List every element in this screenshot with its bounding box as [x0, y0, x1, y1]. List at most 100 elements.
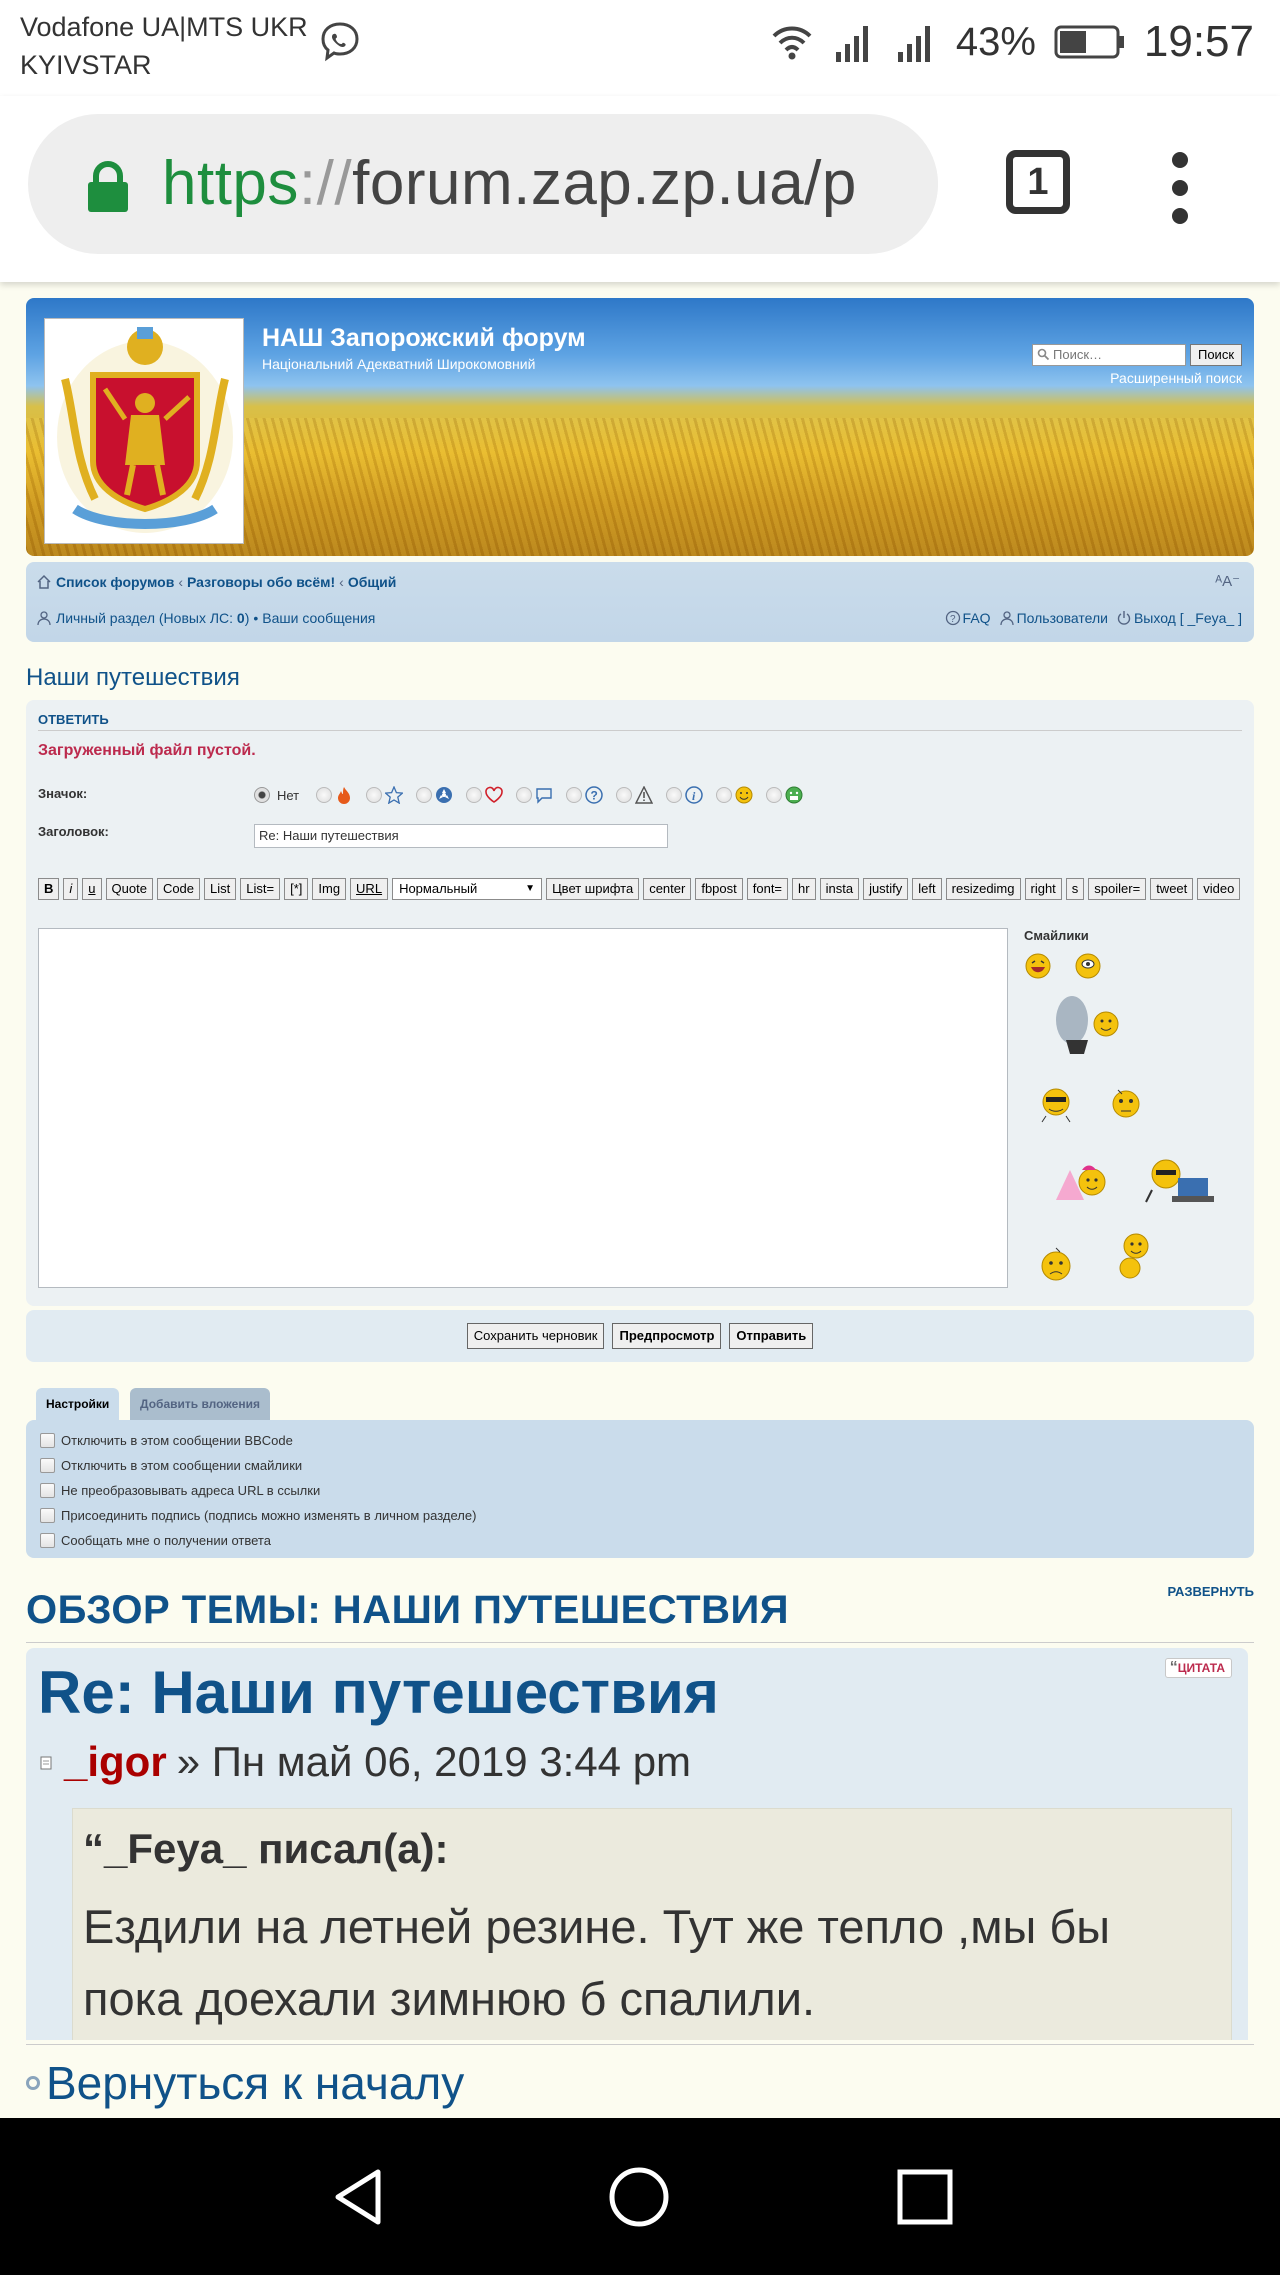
icon-radio-info[interactable]	[666, 787, 683, 803]
icon-radio-heart[interactable]	[466, 787, 483, 803]
address-bar[interactable]: https://forum.zap.zp.ua/p	[28, 114, 938, 254]
right-button[interactable]: right	[1024, 878, 1062, 900]
preview-button[interactable]: Предпросмотр	[612, 1323, 722, 1349]
browser-toolbar: https://forum.zap.zp.ua/p 1	[0, 96, 1280, 282]
logout-link[interactable]: Выход [ _Feya_ ]	[1116, 610, 1242, 626]
option-notify-reply[interactable]: Сообщать мне о получении ответа	[40, 1528, 476, 1553]
checkbox[interactable]	[40, 1483, 55, 1498]
checkbox[interactable]	[40, 1433, 55, 1448]
font-button[interactable]: font=	[746, 878, 789, 900]
icon-radio-star[interactable]	[366, 787, 383, 803]
insta-button[interactable]: insta	[819, 878, 860, 900]
code-button[interactable]: Code	[156, 878, 201, 900]
site-logo[interactable]	[44, 318, 244, 544]
breadcrumb-category[interactable]: Разговоры обо всём!	[187, 574, 335, 590]
coat-of-arms-icon	[57, 327, 233, 533]
icon-label: Значок:	[38, 786, 88, 801]
home-circle-icon[interactable]	[608, 2166, 670, 2228]
checkbox[interactable]	[40, 1533, 55, 1548]
advanced-search-link[interactable]: Расширенный поиск	[1110, 370, 1242, 386]
list-item-button[interactable]: [*]	[284, 878, 309, 900]
breadcrumb-forum[interactable]: Общий	[348, 574, 397, 590]
hr-button[interactable]: hr	[792, 878, 816, 900]
tab-attachments[interactable]: Добавить вложения	[130, 1388, 270, 1420]
underline-button[interactable]: u	[82, 878, 102, 900]
message-textarea[interactable]	[38, 928, 1008, 1288]
icon-radio-warning[interactable]	[616, 787, 633, 803]
icon-radio-smile[interactable]	[716, 787, 733, 803]
post-icon-selector: Нет ? i	[254, 786, 813, 804]
strike-button[interactable]: s	[1065, 878, 1085, 900]
tweet-button[interactable]: tweet	[1150, 878, 1194, 900]
subject-input[interactable]: Re: Наши путешествия	[254, 824, 668, 848]
breadcrumb-forum-index[interactable]: Список форумов	[56, 574, 174, 590]
font-resize-icon[interactable]: ᴬA⁻	[1215, 572, 1240, 590]
divider	[38, 730, 1242, 731]
video-button[interactable]: video	[1197, 878, 1241, 900]
submit-button[interactable]: Отправить	[729, 1323, 814, 1349]
left-button[interactable]: left	[912, 878, 942, 900]
signal-icon-1	[835, 26, 868, 62]
icon-radio-question[interactable]	[566, 787, 583, 803]
icon-radio-none[interactable]	[254, 787, 270, 803]
italic-button[interactable]: i	[63, 878, 79, 900]
sad-smiley-icon[interactable]	[1036, 1242, 1076, 1288]
fan-smiley-icon[interactable]	[1046, 990, 1126, 1060]
topic-title[interactable]: Наши путешествия	[26, 664, 240, 692]
url-button[interactable]: URL	[350, 878, 389, 900]
checkbox[interactable]	[40, 1508, 55, 1523]
spoiler-button[interactable]: spoiler=	[1088, 878, 1147, 900]
tab-switcher-button[interactable]: 1	[1006, 150, 1070, 214]
computer-smiley-icon[interactable]	[1142, 1152, 1218, 1206]
search-button[interactable]: Поиск	[1190, 344, 1242, 366]
url-separator: ://	[298, 149, 353, 218]
icon-radio-fire[interactable]	[316, 787, 333, 803]
users-link[interactable]: Пользователи	[999, 610, 1108, 626]
resizedimg-button[interactable]: resizedimg	[945, 878, 1021, 900]
quote-post-button[interactable]: “ЦИТАТА	[1164, 1658, 1232, 1678]
option-disable-smilies[interactable]: Отключить в этом сообщении смайлики	[40, 1453, 476, 1478]
back-to-top-link[interactable]: Вернуться к началу	[26, 2056, 464, 2110]
save-draft-button[interactable]: Сохранить черновик	[466, 1323, 605, 1349]
search-input[interactable]: Поиск…	[1032, 344, 1186, 366]
post-form: ОТВЕТИТЬ Загруженный файл пустой. Значок…	[26, 700, 1254, 1306]
faq-link[interactable]: ? FAQ	[945, 610, 991, 626]
radioactive-icon	[436, 787, 453, 803]
cool-smiley-icon[interactable]	[1036, 1082, 1076, 1124]
font-color-button[interactable]: Цвет шрифта	[546, 878, 640, 900]
checkbox[interactable]	[40, 1458, 55, 1473]
list-button[interactable]: List	[204, 878, 237, 900]
option-no-magic-url[interactable]: Не преобразовывать адреса URL в ссылки	[40, 1478, 476, 1503]
fbpost-button[interactable]: fbpost	[695, 878, 743, 900]
post-icon[interactable]	[40, 1754, 54, 1770]
option-label: Сообщать мне о получении ответа	[61, 1533, 271, 1548]
personal-section-link[interactable]: Личный раздел (Новых ЛС: 0)	[56, 610, 249, 626]
ordered-list-button[interactable]: List=	[240, 878, 281, 900]
laughing-smiley-icon[interactable]	[1024, 952, 1052, 980]
thinking-smiley-icon[interactable]	[1106, 1082, 1146, 1122]
center-button[interactable]: center	[643, 878, 692, 900]
option-attach-signature[interactable]: Присоединить подпись (подпись можно изме…	[40, 1503, 476, 1528]
icon-radio-grin[interactable]	[766, 787, 783, 803]
surprised-smiley-icon[interactable]	[1074, 952, 1102, 980]
icon-radio-speech[interactable]	[516, 787, 533, 803]
option-disable-bbcode[interactable]: Отключить в этом сообщении BBCode	[40, 1428, 476, 1453]
overflow-menu-button[interactable]	[1164, 152, 1196, 226]
tab-settings[interactable]: Настройки	[36, 1388, 120, 1420]
back-icon[interactable]	[328, 2166, 390, 2228]
site-title[interactable]: НАШ Запорожский форум	[262, 324, 586, 353]
quote-button[interactable]: Quote	[105, 878, 153, 900]
img-button[interactable]: Img	[312, 878, 347, 900]
justify-button[interactable]: justify	[863, 878, 909, 900]
bold-button[interactable]: B	[38, 878, 60, 900]
recents-icon[interactable]	[894, 2166, 956, 2228]
your-posts-link[interactable]: Ваши сообщения	[262, 610, 375, 626]
post-author[interactable]: _igor	[64, 1738, 167, 1786]
font-size-select[interactable]: Нормальный ▼	[392, 878, 543, 900]
icon-radio-radioactive[interactable]	[416, 787, 433, 803]
bullet-icon	[26, 2076, 40, 2090]
girl-smiley-icon[interactable]	[1052, 1160, 1116, 1206]
expand-link[interactable]: РАЗВЕРНУТЬ	[1167, 1584, 1254, 1599]
post-title[interactable]: Re: Наши путешествия	[38, 1658, 719, 1727]
jumping-smiley-icon[interactable]	[1114, 1230, 1154, 1282]
